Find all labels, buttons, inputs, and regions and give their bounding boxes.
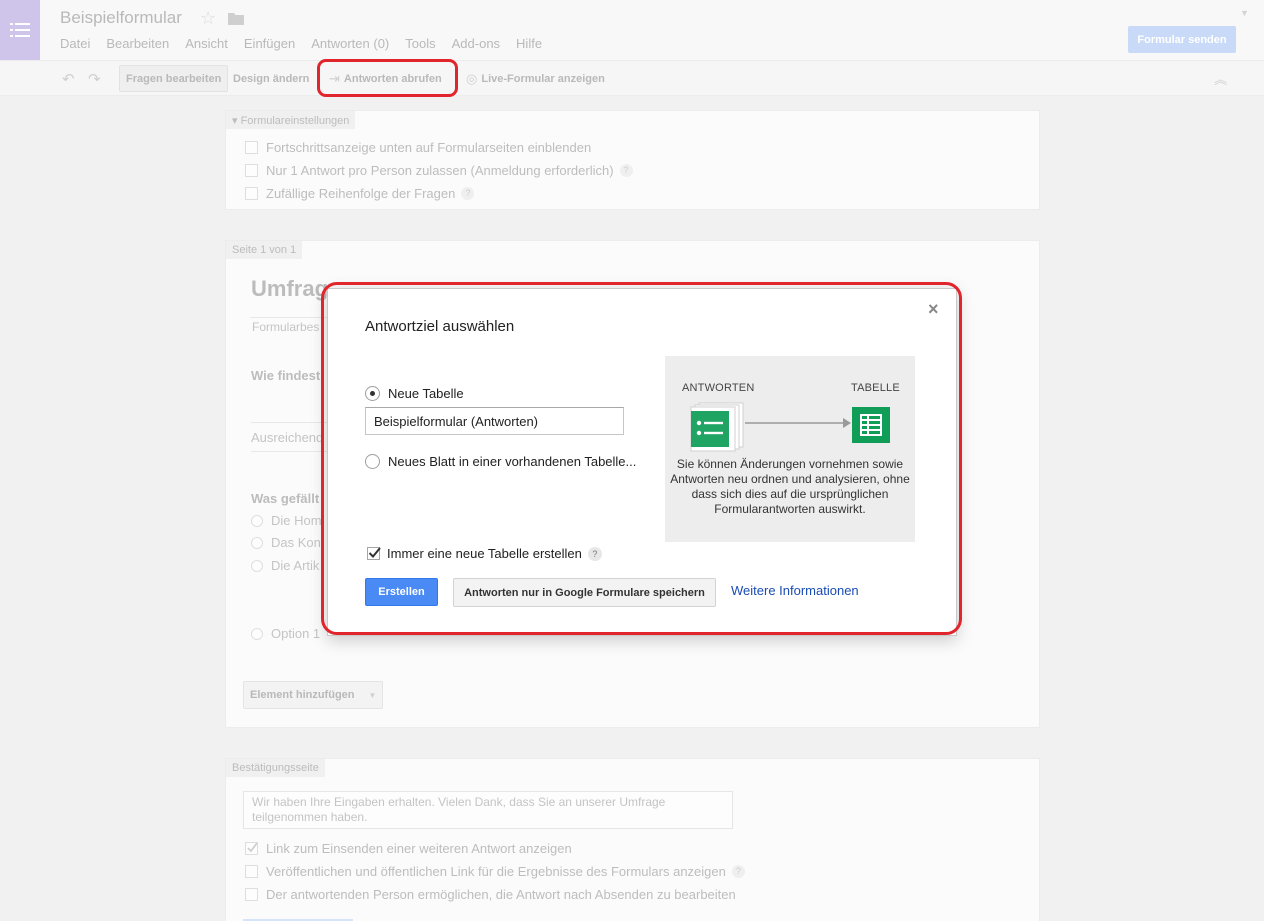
menu-bearbeiten[interactable]: Bearbeiten (106, 36, 169, 51)
form-title[interactable]: Umfrag (251, 276, 328, 302)
setting-label: Fortschrittsanzeige unten auf Formularse… (266, 140, 592, 155)
checkbox[interactable] (245, 141, 258, 154)
menu-bar: Datei Bearbeiten Ansicht Einfügen Antwor… (60, 36, 558, 51)
setting-label: Der antwortenden Person ermöglichen, die… (266, 887, 736, 902)
option-label[interactable]: Das Kon (271, 535, 321, 550)
menu-addons[interactable]: Add-ons (452, 36, 500, 51)
page-label: Seite 1 von 1 (226, 241, 303, 259)
answer-1-text[interactable]: Ausreichend (251, 430, 323, 445)
form-settings-header-label: Formulareinstellungen (240, 115, 350, 127)
radio-button[interactable] (251, 628, 263, 640)
menu-ansicht[interactable]: Ansicht (185, 36, 228, 51)
form-description[interactable]: Formularbes (252, 320, 319, 334)
setting-one-response[interactable]: Nur 1 Antwort pro Person zulassen (Anmel… (245, 163, 633, 178)
confirm-allow-edit[interactable]: Der antwortenden Person ermöglichen, die… (245, 887, 736, 902)
caret-down-icon: ▼ (368, 690, 377, 700)
annotation-highlight-toolbar (317, 59, 458, 97)
form-settings-header[interactable]: ▾ Formulareinstellungen (226, 111, 356, 129)
app-header: Beispielformular ☆ Datei Bearbeiten Ansi… (0, 0, 1264, 60)
checkbox[interactable] (245, 187, 258, 200)
checkbox[interactable] (245, 164, 258, 177)
edit-questions-label: Fragen bearbeiten (126, 72, 222, 85)
confirmation-header: Bestätigungsseite (226, 759, 325, 777)
option-label[interactable]: Die Hom (271, 513, 322, 528)
menu-hilfe[interactable]: Hilfe (516, 36, 542, 51)
setting-label: Nur 1 Antwort pro Person zulassen (Anmel… (266, 163, 614, 178)
menu-einfuegen[interactable]: Einfügen (244, 36, 295, 51)
add-element-label: Element hinzufügen (250, 689, 355, 701)
send-form-button[interactable]: Formular senden (1128, 26, 1236, 53)
radio-button[interactable] (251, 515, 263, 527)
add-element-button[interactable]: Element hinzufügen ▼ (243, 681, 384, 709)
divider (251, 422, 327, 423)
menu-antworten[interactable]: Antworten (0) (311, 36, 389, 51)
live-form-label: Live-Formular anzeigen (481, 72, 605, 85)
annotation-highlight-dialog (321, 282, 962, 635)
live-form-button[interactable]: ◎ Live-Formular anzeigen (460, 65, 611, 92)
option-label[interactable]: Die Artik (271, 558, 319, 573)
change-design-label: Design ändern (233, 72, 310, 85)
help-icon[interactable]: ? (461, 187, 475, 200)
checkbox[interactable] (245, 888, 258, 901)
setting-label: Zufällige Reihenfolge der Fragen (266, 186, 456, 201)
confirmation-card: Bestätigungsseite Wir haben Ihre Eingabe… (225, 758, 1040, 921)
collapse-icon[interactable]: ︽ (1214, 69, 1227, 88)
confirm-link-another[interactable]: Link zum Einsenden einer weiteren Antwor… (245, 841, 572, 856)
undo-icon[interactable]: ↶ (62, 70, 75, 88)
setting-label: Veröffentlichen und öffentlichen Link fü… (266, 864, 726, 879)
document-title[interactable]: Beispielformular (60, 8, 182, 28)
redo-icon[interactable]: ↷ (88, 70, 101, 88)
help-icon[interactable]: ? (731, 865, 745, 878)
setting-label: Link zum Einsenden einer weiteren Antwor… (266, 841, 572, 856)
folder-icon[interactable] (228, 12, 244, 28)
menu-tools[interactable]: Tools (405, 36, 435, 51)
change-design-button[interactable]: Design ändern (227, 65, 315, 92)
forms-logo-icon[interactable] (0, 0, 40, 60)
setting-progress-bar[interactable]: Fortschrittsanzeige unten auf Formularse… (245, 140, 591, 155)
question-2-title[interactable]: Was gefällt (251, 491, 319, 506)
help-icon[interactable]: ? (619, 164, 633, 177)
checkbox[interactable] (245, 865, 258, 878)
new-option-label[interactable]: Option 1 (271, 626, 320, 641)
confirmation-message-input[interactable]: Wir haben Ihre Eingaben erhalten. Vielen… (243, 791, 733, 829)
globe-icon: ◎ (466, 70, 478, 86)
menu-datei[interactable]: Datei (60, 36, 90, 51)
question-1-title[interactable]: Wie findest (251, 368, 320, 383)
star-icon[interactable]: ☆ (200, 8, 216, 29)
setting-shuffle[interactable]: Zufällige Reihenfolge der Fragen? (245, 186, 475, 201)
form-settings-card: ▾ Formulareinstellungen Fortschrittsanze… (225, 110, 1040, 210)
radio-button[interactable] (251, 560, 263, 572)
checkbox-checked[interactable] (245, 842, 258, 855)
caret-down-icon[interactable]: ▼ (1240, 8, 1249, 18)
divider (251, 451, 327, 452)
radio-button[interactable] (251, 537, 263, 549)
confirm-publish-results[interactable]: Veröffentlichen und öffentlichen Link fü… (245, 864, 745, 879)
toolbar: ↶ ↷ Fragen bearbeiten Design ändern ⇥ Ant… (0, 60, 1264, 96)
edit-questions-button[interactable]: Fragen bearbeiten (119, 65, 229, 92)
